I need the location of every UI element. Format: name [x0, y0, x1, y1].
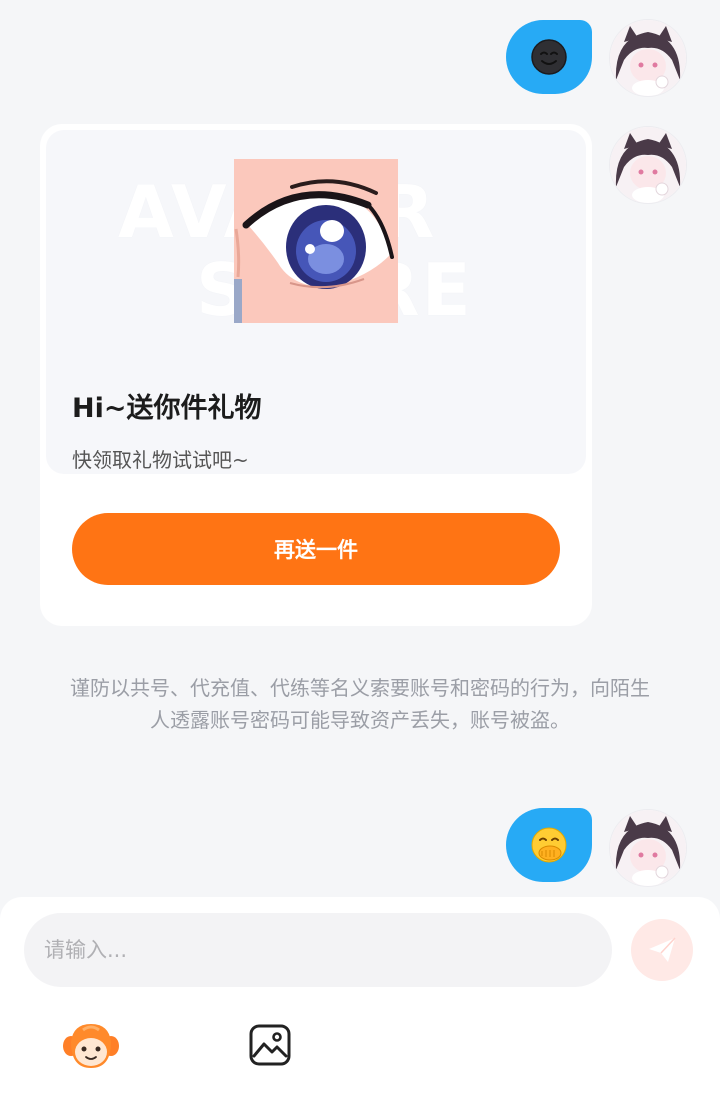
- user-avatar[interactable]: [610, 127, 686, 203]
- security-warning-text: 谨防以共号、代充值、代练等名义索要账号和密码的行为，向陌生人透露账号密码可能导致…: [70, 676, 650, 732]
- anime-eye-gift-image: [234, 159, 398, 323]
- user-avatar[interactable]: [610, 20, 686, 96]
- face-with-hand-over-mouth-icon: [531, 827, 567, 863]
- character-face-icon: [63, 1024, 119, 1068]
- dark-smiling-face-icon: [531, 39, 567, 75]
- send-another-gift-button[interactable]: 再送一件: [72, 513, 560, 585]
- user-avatar[interactable]: [610, 810, 686, 886]
- emoji-message-bubble[interactable]: [506, 808, 592, 882]
- image-picker-button[interactable]: [246, 1021, 294, 1069]
- gift-title: Hi~送你件礼物: [72, 393, 262, 424]
- sticker-button[interactable]: [60, 1019, 122, 1073]
- send-button[interactable]: [631, 919, 693, 981]
- paper-plane-icon: [649, 937, 676, 962]
- anime-girl-avatar-icon: [610, 127, 686, 203]
- emoji-message-bubble[interactable]: [506, 20, 592, 94]
- anime-girl-avatar-icon: [610, 810, 686, 886]
- gift-subtitle: 快领取礼物试试吧~: [72, 448, 249, 472]
- message-composer: [0, 897, 720, 1105]
- message-input[interactable]: [24, 913, 612, 987]
- chat-area: AVATAR STORE Hi~送你件礼物 快领取礼物试试吧~ 再送一件: [0, 0, 720, 900]
- gift-card[interactable]: AVATAR STORE Hi~送你件礼物 快领取礼物试试吧~ 再送一件: [40, 124, 592, 626]
- image-icon: [249, 1024, 291, 1066]
- anime-girl-avatar-icon: [610, 20, 686, 96]
